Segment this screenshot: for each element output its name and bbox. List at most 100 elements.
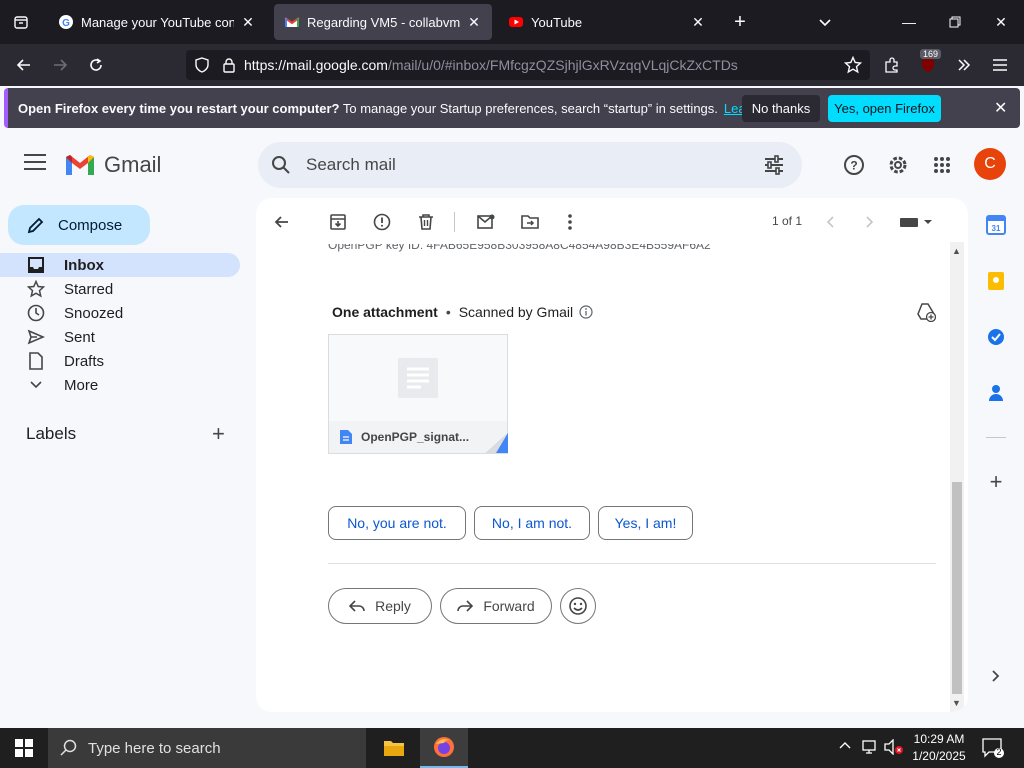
file-explorer-icon[interactable] [370,728,418,768]
reply-arrow-icon [349,600,365,612]
tab-title: Regarding VM5 - collabvm2206 [307,14,460,30]
notification-count-badge: 2 [996,747,1002,757]
forward-label: Forward [483,598,535,614]
add-to-drive-icon[interactable] [916,302,938,324]
report-spam-icon[interactable] [370,210,394,234]
file-doc-icon [340,430,352,444]
google-apps-grid-icon[interactable] [929,152,955,178]
help-question-icon[interactable]: ? [841,152,867,178]
send-icon [26,328,46,346]
tab-overview-icon[interactable] [8,10,34,34]
contacts-icon[interactable] [984,381,1008,405]
message-pane: 1 of 1 OpenPGP key ID: 4FAB65E958B303958… [256,198,968,712]
smart-reply-button[interactable]: Yes, I am! [598,506,693,540]
back-arrow-icon[interactable] [10,52,38,78]
scroll-down-arrow-icon[interactable]: ▼ [952,698,961,708]
attachment-card[interactable]: OpenPGP_signat... [328,334,508,454]
minimize-window-icon[interactable]: — [886,0,932,44]
firefox-taskbar-icon[interactable] [420,728,468,768]
notification-message: Open Firefox every time you restart your… [18,101,718,116]
chevron-down-icon [26,378,46,392]
show-hidden-icons-chevron-icon[interactable] [838,738,852,757]
draft-file-icon [26,352,46,370]
reply-button[interactable]: Reply [328,588,432,624]
svg-text:31: 31 [992,224,1001,233]
calendar-icon[interactable]: 31 [984,213,1008,237]
back-to-inbox-arrow-icon[interactable] [270,210,294,234]
get-addons-plus-icon[interactable]: + [984,469,1008,494]
reload-icon[interactable] [82,52,110,78]
restore-window-icon[interactable] [932,0,978,44]
main-menu-icon[interactable] [24,154,46,172]
emoji-reaction-button[interactable] [560,588,596,624]
info-icon[interactable] [579,305,593,319]
taskbar-search-box[interactable]: Type here to search [48,728,366,768]
taskbar-clock[interactable]: 10:29 AM 1/20/2025 [906,731,972,765]
new-tab-icon[interactable]: + [727,10,753,34]
no-thanks-button[interactable]: No thanks [742,95,820,122]
sidebar-item-drafts[interactable]: Drafts [0,349,240,373]
older-chevron-right-icon[interactable] [858,210,882,234]
forward-arrow-icon[interactable] [46,52,74,78]
sidebar-item-sent[interactable]: Sent [0,325,240,349]
tasks-icon[interactable] [984,325,1008,349]
clock-icon [26,304,46,322]
pencil-icon [27,217,44,234]
compose-button[interactable]: Compose [8,205,150,245]
firefox-startup-notification: Open Firefox every time you restart your… [4,88,1020,128]
smart-reply-button[interactable]: No, I am not. [474,506,590,540]
tab-youtube[interactable]: YouTube ✕ [498,4,716,40]
close-tab-icon[interactable]: ✕ [240,14,256,31]
close-tab-icon[interactable]: ✕ [466,14,482,31]
gmail-header: Gmail Search mail ? C [0,132,1024,198]
account-avatar[interactable]: C [974,148,1006,180]
menu-hamburger-icon[interactable] [986,52,1014,78]
tab-youtube-content[interactable]: G Manage your YouTube content ✕ [48,4,266,40]
tab-title: YouTube [531,14,583,30]
tracking-protection-shield-icon[interactable] [194,57,210,73]
sidebar-item-snoozed[interactable]: Snoozed [0,301,240,325]
more-options-vertical-icon[interactable] [558,210,582,234]
sidebar-item-starred[interactable]: Starred [0,277,240,301]
sidebar-item-inbox[interactable]: Inbox [0,253,240,277]
scroll-up-arrow-icon[interactable]: ▲ [952,246,961,256]
search-mail-bar[interactable]: Search mail [258,142,802,188]
list-tabs-chevron-icon[interactable] [812,10,838,34]
network-icon[interactable] [862,739,880,760]
show-side-panel-chevron-icon[interactable] [984,664,1008,688]
sidebar-item-more[interactable]: More [0,373,240,397]
bookmark-star-icon[interactable] [839,52,867,78]
windows-taskbar: Type here to search 10:29 AM 1/20/2025 2 [0,728,1024,768]
search-options-sliders-icon[interactable] [763,155,785,175]
action-center-icon[interactable]: 2 [982,738,1006,758]
search-input[interactable]: Search mail [306,155,396,175]
tab-gmail-regarding-vm5[interactable]: Regarding VM5 - collabvm2206 ✕ [274,4,492,40]
close-tab-icon[interactable]: ✕ [690,14,706,31]
message-scrollbar-thumb[interactable] [952,482,962,694]
extensions-puzzle-icon[interactable] [878,52,906,78]
newer-chevron-left-icon[interactable] [818,210,842,234]
mark-unread-icon[interactable] [474,210,498,234]
move-to-folder-icon[interactable] [518,210,542,234]
overflow-chevrons-icon[interactable] [950,52,978,78]
windows-start-icon[interactable] [0,728,48,768]
forward-button[interactable]: Forward [440,588,552,624]
url-path: /mail/u/0/#inbox/FMfcgzQZSjhjlGxRVzqqVLq… [387,57,738,73]
address-bar[interactable]: https://mail.google.com/mail/u/0/#inbox/… [186,50,870,80]
lock-icon[interactable] [222,57,236,73]
volume-muted-icon[interactable] [884,738,904,760]
archive-icon[interactable] [326,210,350,234]
smart-reply-button[interactable]: No, you are not. [328,506,466,540]
close-window-icon[interactable]: ✕ [978,0,1024,44]
search-icon[interactable] [270,154,292,176]
settings-gear-icon[interactable] [885,152,911,178]
create-label-plus-icon[interactable]: + [212,423,225,445]
clock-time: 10:29 AM [913,732,965,746]
close-notification-icon[interactable]: ✕ [994,98,1007,118]
keep-notes-icon[interactable] [984,269,1008,293]
delete-trash-icon[interactable] [414,210,438,234]
gmail-logo[interactable]: Gmail [64,152,161,178]
extension-count-badge: 169 [920,49,942,59]
yes-open-firefox-button[interactable]: Yes, open Firefox [828,95,941,122]
input-tools-keyboard-icon[interactable] [896,210,936,234]
